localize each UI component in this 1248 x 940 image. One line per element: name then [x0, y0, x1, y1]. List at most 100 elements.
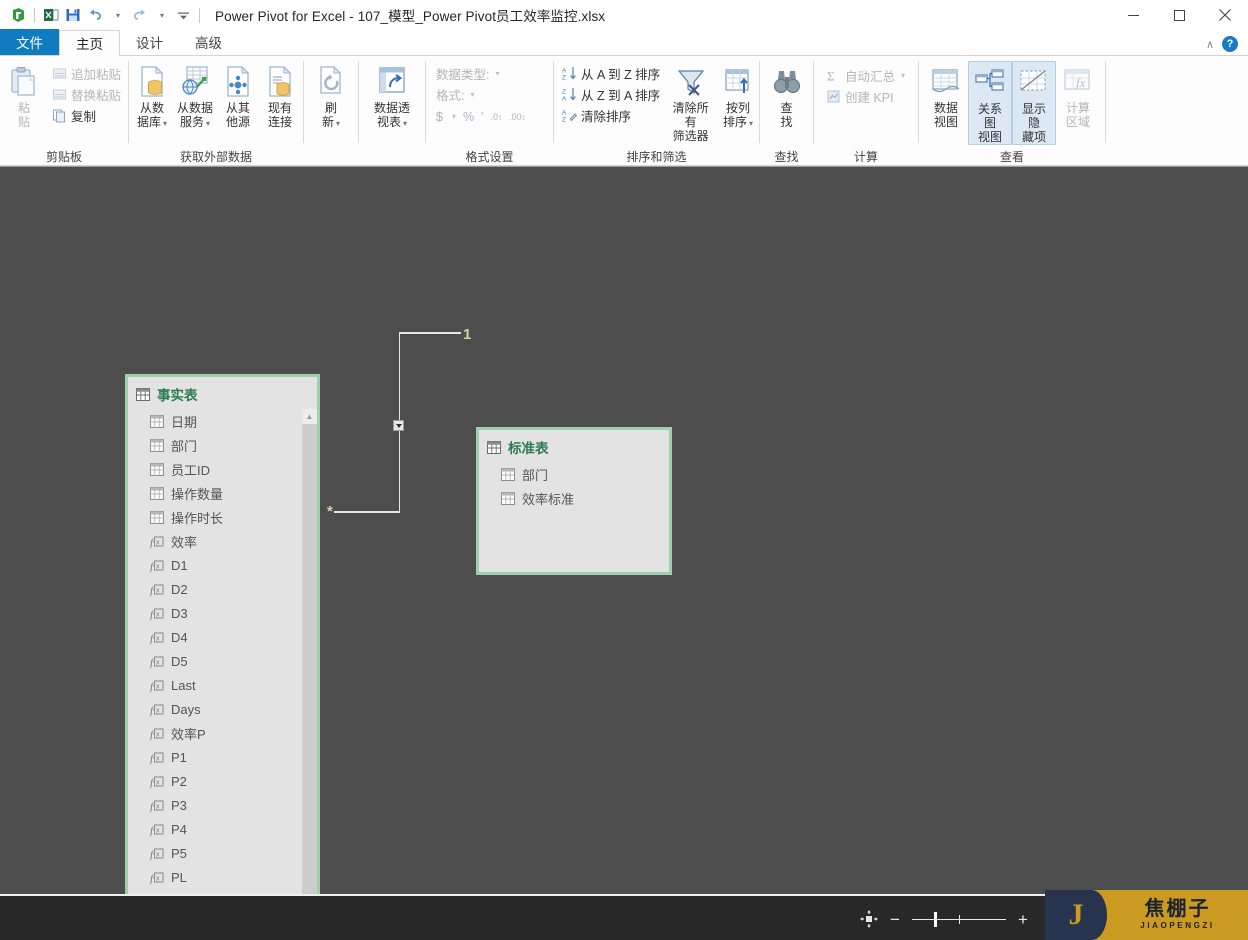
- ribbon-group-formatting: 数据类型: ▾ 格式: ▾ $ ▾ % ' .0↕ .00↕ 格式设置: [426, 56, 553, 166]
- excel-icon[interactable]: [40, 4, 62, 26]
- tab-design[interactable]: 设计: [120, 29, 179, 55]
- tab-home[interactable]: 主页: [59, 30, 120, 56]
- sort-z-to-a-button[interactable]: Z A 从 Z 到 A 排序: [558, 84, 664, 105]
- autosum-chevron-down-icon[interactable]: ▾: [901, 71, 905, 80]
- refresh-button[interactable]: 刷 新 ▾: [310, 61, 352, 131]
- customize-qat-icon[interactable]: [172, 4, 194, 26]
- from-other-sources-button[interactable]: 从其 他源: [217, 61, 259, 129]
- autosum-button[interactable]: Σ 自动汇总 ▾: [822, 65, 909, 86]
- relationship-filter-direction-icon[interactable]: [393, 420, 404, 431]
- svg-text:x: x: [156, 803, 160, 810]
- svg-text:A: A: [562, 96, 567, 103]
- field-row[interactable]: 日期: [128, 409, 317, 433]
- watermark-chinese: 焦棚子: [1144, 898, 1211, 920]
- comma-format-button[interactable]: ': [481, 110, 483, 124]
- data-type-row[interactable]: 数据类型: ▾: [432, 63, 530, 84]
- save-icon[interactable]: [62, 4, 84, 26]
- field-row[interactable]: fx P4: [128, 817, 317, 841]
- existing-connections-button[interactable]: 现有 连接: [259, 61, 301, 129]
- field-row[interactable]: 操作时长: [128, 505, 317, 529]
- field-label: P2: [171, 773, 187, 789]
- powerpivot-icon[interactable]: [7, 4, 29, 26]
- decrease-decimal-button[interactable]: .00↕: [509, 112, 526, 122]
- show-hidden-button[interactable]: 显示隐 藏项: [1012, 61, 1056, 145]
- ribbon-group-sort-filter: A Z 从 A 到 Z 排序 Z A 从 Z 到 A 排序 A Z 清除排序 清…: [554, 56, 759, 166]
- field-row[interactable]: fx PL: [128, 865, 317, 889]
- field-row[interactable]: fx 效率P: [128, 721, 317, 745]
- data-type-chevron-down-icon[interactable]: ▾: [495, 69, 499, 78]
- data-view-button[interactable]: 数据 视图: [924, 61, 968, 129]
- from-database-button[interactable]: 从数 据库 ▾: [131, 61, 173, 131]
- redo-icon[interactable]: [128, 4, 150, 26]
- standard-table[interactable]: 标准表 部门 效率标准: [476, 427, 672, 575]
- ribbon: 粘 贴 追加粘贴 替换粘贴 复制 剪贴板 从数 据库 ▾ 从数据 服务 ▾ 从其…: [0, 56, 1248, 166]
- redo-caret-icon[interactable]: ▾: [150, 4, 172, 26]
- close-button[interactable]: [1202, 0, 1248, 30]
- sort-by-column-label-2: 排序: [722, 115, 747, 129]
- field-row[interactable]: fx D4: [128, 625, 317, 649]
- clear-sort-button[interactable]: A Z 清除排序: [558, 105, 664, 126]
- zoom-out-button[interactable]: −: [888, 911, 902, 928]
- fact-table-scrollbar[interactable]: ▲ ▼: [302, 409, 317, 894]
- scroll-thumb[interactable]: [302, 424, 317, 894]
- copy-button[interactable]: 复制: [48, 105, 125, 126]
- zoom-in-button[interactable]: +: [1016, 911, 1030, 928]
- fact-table[interactable]: 事实表 日期 部门 员工ID 操作数量 操作时长 f x 效率 f x D1 f…: [125, 374, 320, 894]
- svg-text:x: x: [156, 875, 160, 882]
- field-row[interactable]: fx 效率: [128, 529, 317, 553]
- field-row[interactable]: fx P3: [128, 793, 317, 817]
- format-row[interactable]: 格式: ▾: [432, 84, 530, 105]
- diagram-canvas[interactable]: 1 * 事实表 日期 部门 员工ID 操作数量 操作时长 f x 效率 f x …: [0, 166, 1248, 894]
- pivottable-button[interactable]: 数据透 视表 ▾: [370, 61, 414, 131]
- format-chevron-down-icon[interactable]: ▾: [470, 90, 474, 99]
- paste-replace-button[interactable]: 替换粘贴: [48, 84, 125, 105]
- field-row[interactable]: fx P2: [128, 769, 317, 793]
- field-row[interactable]: fx D5: [128, 649, 317, 673]
- paste-button[interactable]: 粘 贴: [0, 61, 48, 129]
- svg-text:x: x: [156, 587, 160, 594]
- help-icon[interactable]: ?: [1222, 36, 1238, 52]
- undo-icon[interactable]: [84, 4, 106, 26]
- field-label: P1: [171, 749, 187, 765]
- fit-to-screen-icon[interactable]: [860, 910, 878, 928]
- zoom-slider-thumb[interactable]: [934, 911, 937, 927]
- data-view-label: 数据 视图: [934, 101, 958, 129]
- field-row[interactable]: fx D1: [128, 553, 317, 577]
- increase-decimal-button[interactable]: .0↕: [490, 112, 502, 122]
- minimize-button[interactable]: [1110, 0, 1156, 30]
- from-data-service-button[interactable]: 从数据 服务 ▾: [173, 61, 217, 131]
- field-row[interactable]: 效率标准: [479, 486, 669, 510]
- sort-by-column-label: 按列 排序 ▾: [722, 101, 754, 129]
- currency-format-button[interactable]: $: [436, 110, 443, 124]
- scroll-up-icon[interactable]: ▲: [302, 409, 317, 424]
- field-row[interactable]: 部门: [479, 462, 669, 486]
- column-icon: [150, 510, 164, 524]
- field-row[interactable]: fx Days: [128, 697, 317, 721]
- watermark-badge: J: [1045, 890, 1107, 940]
- existing-connections-label-2: 连接: [267, 115, 292, 129]
- currency-chevron-down-icon[interactable]: ▾: [452, 112, 456, 121]
- tab-advanced[interactable]: 高级: [179, 29, 238, 55]
- paste-append-button[interactable]: 追加粘贴: [48, 63, 125, 84]
- field-row[interactable]: fx P1: [128, 745, 317, 769]
- sort-a-to-z-button[interactable]: A Z 从 A 到 Z 排序: [558, 63, 664, 84]
- create-kpi-button[interactable]: 创建 KPI: [822, 86, 909, 107]
- field-row[interactable]: fx D3: [128, 601, 317, 625]
- sort-by-column-button[interactable]: 按列 排序 ▾: [717, 61, 759, 131]
- zoom-slider[interactable]: [912, 911, 1006, 927]
- diagram-view-button[interactable]: 关系图 视图: [968, 61, 1012, 145]
- field-row[interactable]: 操作数量: [128, 481, 317, 505]
- undo-caret-icon[interactable]: ▾: [106, 4, 128, 26]
- collapse-ribbon-icon[interactable]: ∧: [1206, 38, 1214, 51]
- percent-format-button[interactable]: %: [463, 110, 474, 124]
- field-row[interactable]: 员工ID: [128, 457, 317, 481]
- clear-all-filters-button[interactable]: 清除所有 筛选器: [664, 61, 717, 143]
- find-button[interactable]: 查 找: [766, 61, 808, 129]
- field-row[interactable]: fx P5: [128, 841, 317, 865]
- calculation-area-button[interactable]: fx 计算 区域: [1056, 61, 1100, 129]
- field-row[interactable]: 部门: [128, 433, 317, 457]
- field-row[interactable]: fx D2: [128, 577, 317, 601]
- tab-file[interactable]: 文件: [0, 29, 59, 55]
- field-row[interactable]: fx Last: [128, 673, 317, 697]
- maximize-button[interactable]: [1156, 0, 1202, 30]
